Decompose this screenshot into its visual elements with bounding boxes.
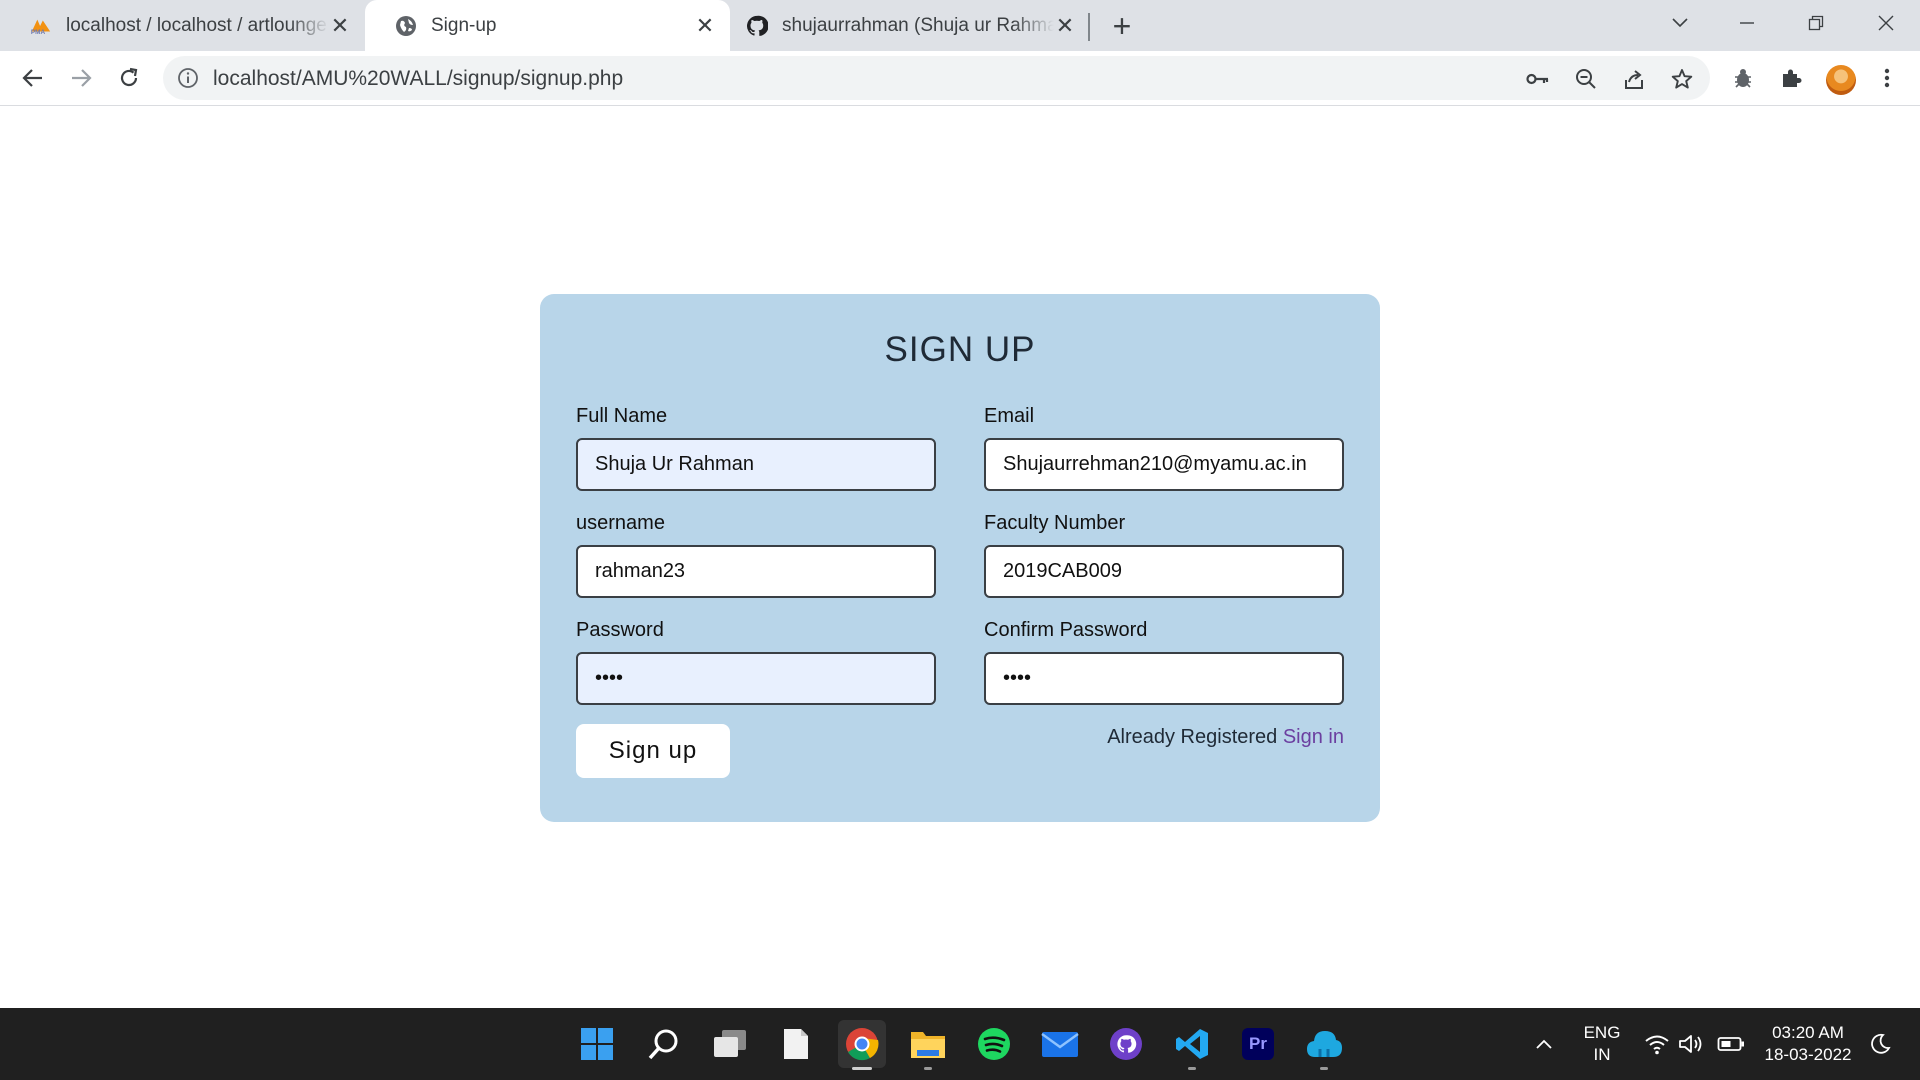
signup-heading: SIGN UP	[884, 330, 1036, 369]
tab-title: shujaurrahman (Shuja ur Rahman)	[782, 14, 1054, 36]
username-label: username	[576, 512, 665, 534]
focus-assist-moon-icon[interactable]	[1860, 1020, 1900, 1068]
tab-separator	[1088, 13, 1090, 41]
mail-icon[interactable]	[1036, 1020, 1084, 1068]
spotify-icon[interactable]	[970, 1020, 1018, 1068]
tab-github[interactable]: shujaurrahman (Shuja ur Rahman) ✕	[730, 0, 1090, 51]
show-hidden-icons-chevron[interactable]	[1522, 1020, 1566, 1068]
language-code: ENG	[1583, 1023, 1621, 1042]
clock-time: 03:20 AM	[1772, 1023, 1844, 1042]
new-tab-button[interactable]: +	[1107, 8, 1137, 44]
password-input[interactable]	[576, 652, 936, 705]
already-registered: Already Registered Sign in	[1107, 726, 1344, 749]
language-indicator[interactable]: ENG IN	[1578, 1022, 1626, 1066]
already-registered-text: Already Registered	[1107, 726, 1283, 748]
forward-button[interactable]	[66, 63, 96, 93]
clock-date: 18-03-2022	[1764, 1045, 1852, 1064]
search-icon[interactable]	[640, 1020, 688, 1068]
windows-taskbar: Pr ENG IN 03:20 AM 18-03-2022	[0, 1008, 1920, 1080]
running-indicator	[1188, 1067, 1196, 1070]
vscode-icon[interactable]	[1168, 1020, 1216, 1070]
windows-start-icon[interactable]	[573, 1020, 621, 1068]
email-label: Email	[984, 405, 1035, 427]
tab-search-icon[interactable]	[1660, 8, 1700, 38]
share-icon[interactable]	[1621, 66, 1647, 92]
tab-title: Sign-up	[431, 14, 497, 36]
password-label: Password	[576, 619, 664, 641]
faculty-number-label: Faculty Number	[984, 512, 1126, 534]
bug-extension-icon[interactable]	[1728, 63, 1758, 93]
browser-toolbar: localhost/AMU%20WALL/signup/signup.php	[0, 51, 1920, 106]
notepad-icon[interactable]	[772, 1020, 820, 1068]
close-tab-icon[interactable]: ✕	[694, 13, 716, 38]
signup-button[interactable]: Sign up	[576, 724, 730, 778]
chrome-icon[interactable]	[838, 1020, 886, 1070]
tab-signup[interactable]: Sign-up ✕	[365, 0, 730, 51]
close-window-button[interactable]	[1866, 8, 1906, 38]
browser-menu-icon[interactable]	[1872, 63, 1902, 93]
reload-button[interactable]	[114, 63, 144, 93]
close-tab-icon[interactable]: ✕	[1054, 13, 1076, 38]
fullname-label: Full Name	[576, 405, 668, 427]
confirm-password-label: Confirm Password	[984, 619, 1148, 641]
language-region: IN	[1593, 1045, 1611, 1064]
email-input[interactable]	[984, 438, 1344, 491]
signin-link[interactable]: Sign in	[1283, 726, 1344, 748]
profile-avatar[interactable]	[1826, 65, 1856, 95]
fullname-input[interactable]	[576, 438, 936, 491]
github-icon	[746, 15, 768, 37]
tab-title: localhost / localhost / artlounge /	[66, 14, 329, 36]
running-indicator	[1320, 1067, 1328, 1070]
minimize-button[interactable]	[1727, 8, 1767, 38]
signup-card: SIGN UP Full Name Email username Faculty…	[540, 294, 1380, 822]
premiere-pro-icon[interactable]: Pr	[1234, 1020, 1282, 1068]
cloud-app-icon[interactable]	[1300, 1020, 1348, 1070]
extensions-puzzle-icon[interactable]	[1776, 63, 1806, 93]
password-key-icon[interactable]	[1525, 66, 1551, 92]
faculty-number-input[interactable]	[984, 545, 1344, 598]
file-explorer-icon[interactable]	[904, 1020, 952, 1070]
address-bar[interactable]: localhost/AMU%20WALL/signup/signup.php	[163, 56, 1710, 100]
battery-icon[interactable]	[1710, 1020, 1752, 1068]
close-tab-icon[interactable]: ✕	[329, 13, 351, 38]
site-info-icon[interactable]	[177, 67, 199, 89]
tab-phpmyadmin[interactable]: PMA localhost / localhost / artlounge / …	[0, 0, 365, 51]
bookmark-star-icon[interactable]	[1669, 66, 1695, 92]
svg-text:PMA: PMA	[31, 29, 46, 36]
username-input[interactable]	[576, 545, 936, 598]
clock[interactable]: 03:20 AM 18-03-2022	[1756, 1022, 1860, 1066]
phpmyadmin-icon: PMA	[30, 15, 52, 37]
volume-icon[interactable]	[1670, 1020, 1712, 1068]
back-button[interactable]	[18, 63, 48, 93]
running-indicator	[924, 1067, 932, 1070]
github-desktop-icon[interactable]	[1102, 1020, 1150, 1068]
confirm-password-input[interactable]	[984, 652, 1344, 705]
tab-strip: PMA localhost / localhost / artlounge / …	[0, 0, 1920, 51]
running-indicator	[852, 1067, 872, 1070]
url-text[interactable]: localhost/AMU%20WALL/signup/signup.php	[213, 67, 623, 91]
premiere-pro-badge: Pr	[1242, 1028, 1274, 1060]
globe-icon	[395, 15, 417, 37]
task-view-icon[interactable]	[706, 1020, 754, 1068]
restore-button[interactable]	[1796, 8, 1836, 38]
zoom-out-icon[interactable]	[1573, 66, 1599, 92]
